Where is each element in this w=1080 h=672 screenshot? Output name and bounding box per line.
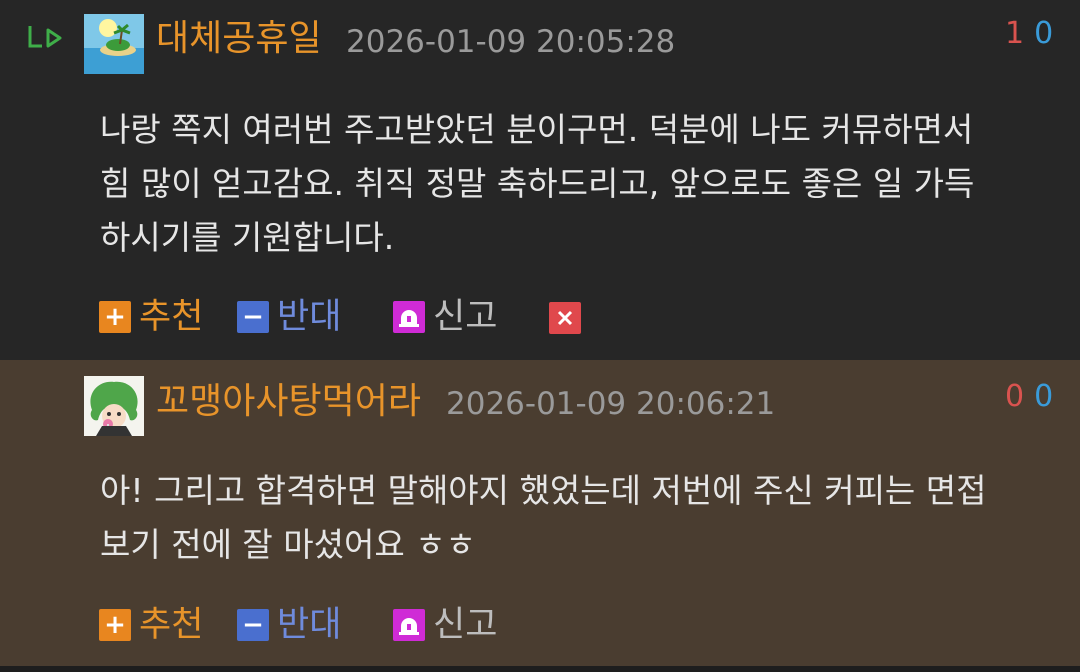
x-icon: [549, 302, 581, 334]
vote-counts: 00: [1005, 377, 1053, 417]
upvote-count: 0: [1005, 379, 1025, 414]
report-label: 신고: [433, 297, 498, 337]
username[interactable]: 대체공휴일: [156, 19, 322, 59]
siren-icon: [393, 301, 425, 333]
comment-1: 대체공휴일 2026-01-09 20:05:28 10 나랑 쪽지 여러번 주…: [0, 0, 1080, 360]
report-button[interactable]: 신고: [393, 605, 497, 645]
plus-icon: +: [99, 609, 131, 641]
comment-2: 꼬맹아사탕먹어라 2026-01-09 20:06:21 00 아! 그리고 합…: [0, 360, 1080, 666]
timestamp: 2026-01-09 20:06:21: [446, 386, 776, 422]
minus-icon: −: [237, 609, 269, 641]
comment-line: 하시기를 기원합니다.: [100, 218, 395, 257]
upvote-count: 1: [1005, 16, 1025, 51]
recommend-label: 추천: [139, 297, 204, 337]
oppose-button[interactable]: − 반대: [237, 297, 341, 337]
oppose-label: 반대: [277, 605, 342, 645]
report-label: 신고: [433, 605, 498, 645]
username[interactable]: 꼬맹아사탕먹어라: [156, 382, 421, 422]
comment-body: 아! 그리고 합격하면 말해야지 했었는데 저번에 주신 커피는 면접 보기 전…: [100, 464, 1060, 572]
siren-icon: [393, 609, 425, 641]
timestamp: 2026-01-09 20:05:28: [346, 24, 676, 60]
report-button[interactable]: 신고: [393, 297, 497, 337]
recommend-button[interactable]: + 추천: [99, 297, 203, 337]
comment-line: 보기 전에 잘 마셨어요 ㅎㅎ: [100, 525, 476, 564]
minus-icon: −: [237, 301, 269, 333]
divider: [0, 666, 1080, 672]
island-avatar-icon: [84, 14, 144, 74]
avatar[interactable]: [84, 376, 144, 436]
downvote-count: 0: [1034, 379, 1054, 414]
oppose-button[interactable]: − 반대: [237, 605, 341, 645]
recommend-label: 추천: [139, 605, 204, 645]
plus-icon: +: [99, 301, 131, 333]
comment-line: 아! 그리고 합격하면 말해야지 했었는데 저번에 주신 커피는 면접: [100, 471, 987, 510]
comment-body: 나랑 쪽지 여러번 주고받았던 분이구먼. 덕분에 나도 커뮤하면서 힘 많이 …: [100, 103, 1060, 265]
vote-counts: 10: [1005, 14, 1053, 54]
oppose-label: 반대: [277, 297, 342, 337]
comment-line: 힘 많이 얻고감요. 취직 정말 축하드리고, 앞으로도 좋은 일 가득: [100, 164, 975, 203]
reply-arrow-icon: [28, 26, 62, 48]
delete-button[interactable]: [549, 302, 581, 334]
comment-line: 나랑 쪽지 여러번 주고받았던 분이구먼. 덕분에 나도 커뮤하면서: [100, 110, 974, 149]
character-avatar-icon: [84, 376, 144, 436]
avatar[interactable]: [84, 14, 144, 74]
downvote-count: 0: [1034, 16, 1054, 51]
recommend-button[interactable]: + 추천: [99, 605, 203, 645]
